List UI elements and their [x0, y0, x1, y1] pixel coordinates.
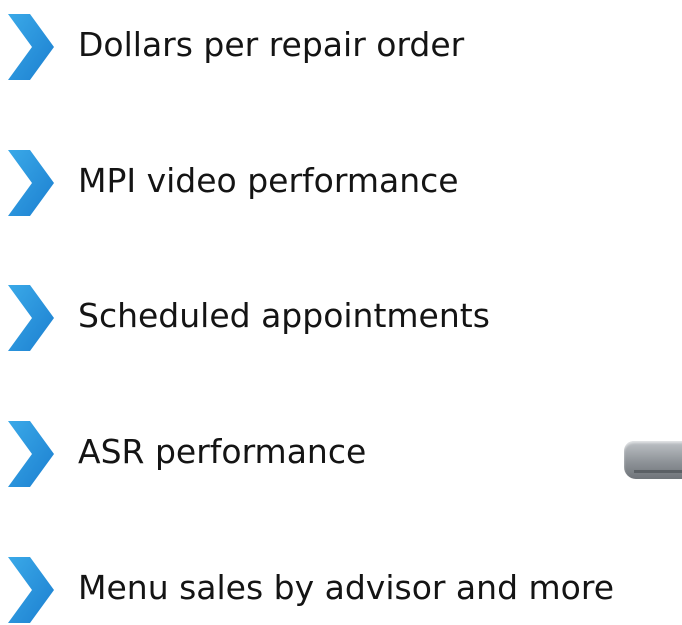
feature-label: Menu sales by advisor and more: [78, 568, 614, 607]
chevron-right-icon: [6, 283, 56, 353]
feature-item-menu-sales-by-advisor: Menu sales by advisor and more: [0, 555, 682, 625]
feature-label: ASR performance: [78, 432, 367, 471]
feature-item-asr-performance: ASR performance: [0, 419, 682, 489]
chevron-right-icon: [6, 555, 56, 625]
chevron-right-icon: [6, 148, 56, 218]
chevron-right-icon: [6, 12, 56, 82]
feature-item-dollars-per-repair-order: Dollars per repair order: [0, 12, 682, 82]
feature-list: Dollars per repair order MPI video perfo…: [0, 0, 682, 623]
feature-label: Scheduled appointments: [78, 296, 490, 335]
feature-label: Dollars per repair order: [78, 25, 465, 64]
feature-item-scheduled-appointments: Scheduled appointments: [0, 283, 682, 353]
chevron-right-icon: [6, 419, 56, 489]
feature-item-mpi-video-performance: MPI video performance: [0, 148, 682, 218]
feature-label: MPI video performance: [78, 161, 459, 200]
device-edge-image: [624, 441, 682, 479]
